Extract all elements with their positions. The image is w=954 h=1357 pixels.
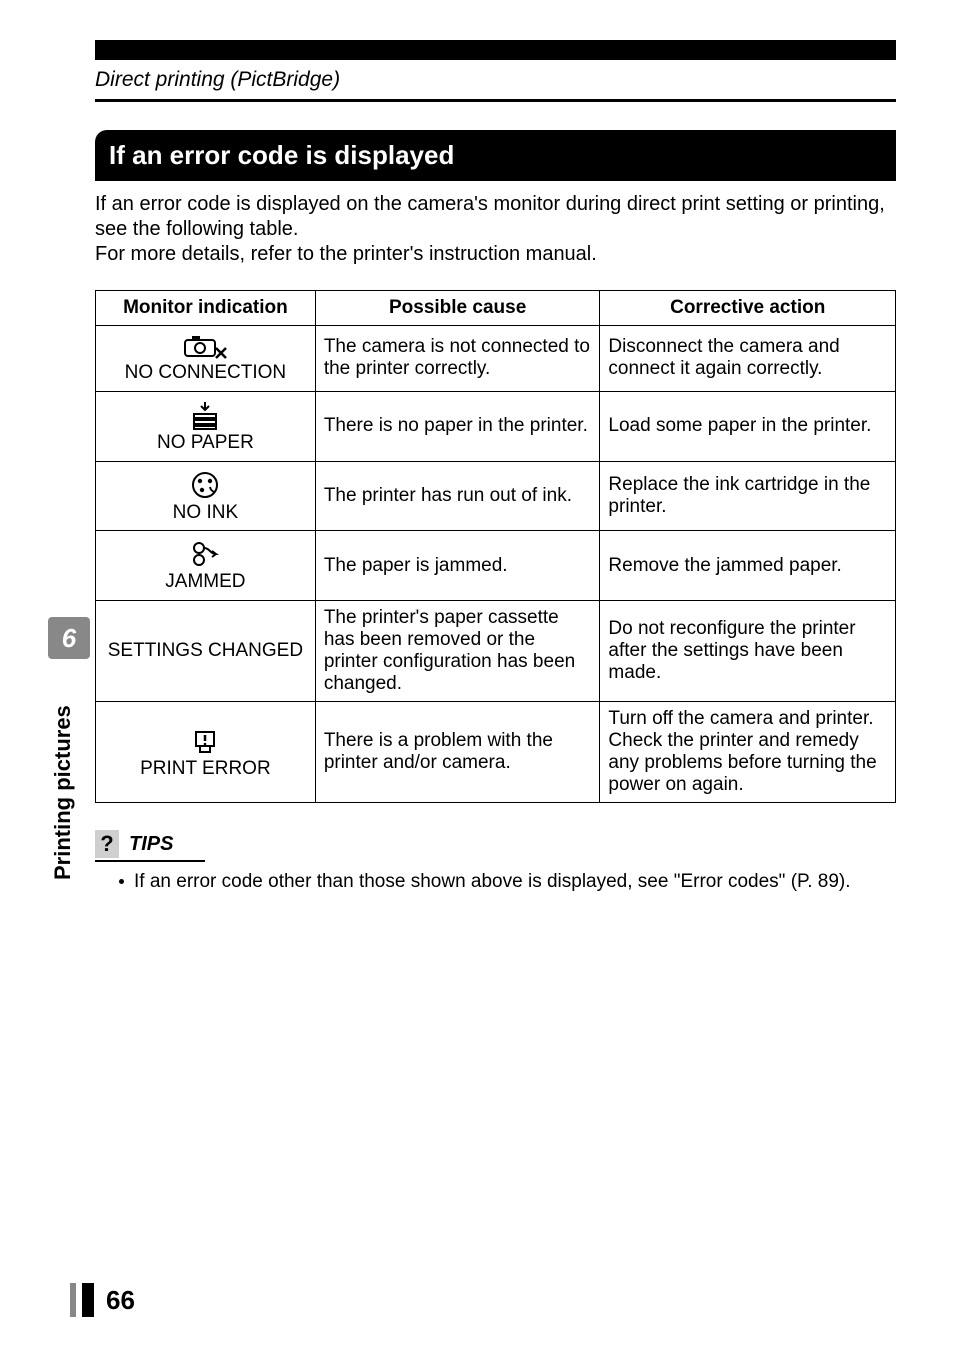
monitor-text: NO CONNECTION [125, 362, 287, 383]
monitor-text: NO INK [173, 502, 238, 523]
cause-cell: The printer's paper cassette has been re… [315, 601, 600, 702]
print-error-icon [104, 726, 307, 756]
section-header: Direct printing (PictBridge) [95, 68, 340, 92]
no-paper-icon [104, 400, 307, 430]
page-accent-black [82, 1283, 94, 1317]
header-rule [95, 99, 896, 102]
page-accent-grey [70, 1283, 76, 1317]
tips-underline [95, 860, 205, 862]
action-cell: Replace the ink cartridge in the printer… [600, 461, 896, 531]
jammed-icon [104, 539, 307, 569]
error-codes-table: Monitor indication Possible cause Correc… [95, 290, 896, 803]
table-row: JAMMED The paper is jammed. Remove the j… [96, 531, 896, 601]
table-row: NO PAPER There is no paper in the printe… [96, 391, 896, 461]
intro-paragraph: If an error code is displayed on the cam… [95, 192, 896, 267]
cause-cell: The paper is jammed. [315, 531, 600, 601]
question-mark-icon: ? [95, 830, 119, 858]
cause-cell: There is a problem with the printer and/… [315, 702, 600, 803]
page-number-band: 66 [70, 1283, 135, 1317]
tips-bullet-item: If an error code other than those shown … [119, 870, 896, 895]
page-title-banner: If an error code is displayed [95, 130, 896, 181]
chapter-side-label: Printing pictures [50, 705, 76, 880]
bullet-dot [119, 879, 124, 884]
monitor-text: JAMMED [165, 571, 245, 592]
monitor-cell: NO INK [96, 461, 316, 531]
table-row: SETTINGS CHANGED The printer's paper cas… [96, 601, 896, 702]
monitor-text: SETTINGS CHANGED [108, 640, 303, 661]
intro-line-2: For more details, refer to the printer's… [95, 243, 597, 265]
cause-cell: The printer has run out of ink. [315, 461, 600, 531]
table-row: NO INK The printer has run out of ink. R… [96, 461, 896, 531]
page-number: 66 [106, 1285, 135, 1316]
tips-heading: ? TIPS [95, 830, 173, 858]
camera-x-icon [104, 334, 307, 360]
cause-cell: There is no paper in the printer. [315, 391, 600, 461]
intro-line-1: If an error code is displayed on the cam… [95, 193, 885, 240]
monitor-cell: NO CONNECTION [96, 326, 316, 392]
th-cause: Possible cause [315, 291, 600, 326]
monitor-cell: NO PAPER [96, 391, 316, 461]
monitor-text: NO PAPER [157, 432, 254, 453]
monitor-cell: SETTINGS CHANGED [96, 601, 316, 702]
action-cell: Remove the jammed paper. [600, 531, 896, 601]
action-cell: Do not reconfigure the printer after the… [600, 601, 896, 702]
cause-cell: The camera is not connected to the print… [315, 326, 600, 392]
action-cell: Load some paper in the printer. [600, 391, 896, 461]
tips-bullet-text: If an error code other than those shown … [134, 871, 851, 892]
tips-label-text: TIPS [129, 833, 173, 856]
monitor-cell: JAMMED [96, 531, 316, 601]
th-action: Corrective action [600, 291, 896, 326]
header-black-bar [95, 40, 896, 60]
chapter-tab: 6 [48, 617, 90, 659]
action-cell: Disconnect the camera and connect it aga… [600, 326, 896, 392]
action-cell: Turn off the camera and printer. Check t… [600, 702, 896, 803]
monitor-text: PRINT ERROR [140, 758, 271, 779]
tips-section: ? TIPS If an error code other than those… [95, 830, 896, 894]
no-ink-icon [104, 470, 307, 500]
table-row: NO CONNECTION The camera is not connecte… [96, 326, 896, 392]
table-header-row: Monitor indication Possible cause Correc… [96, 291, 896, 326]
monitor-cell: PRINT ERROR [96, 702, 316, 803]
th-monitor: Monitor indication [96, 291, 316, 326]
table-row: PRINT ERROR There is a problem with the … [96, 702, 896, 803]
